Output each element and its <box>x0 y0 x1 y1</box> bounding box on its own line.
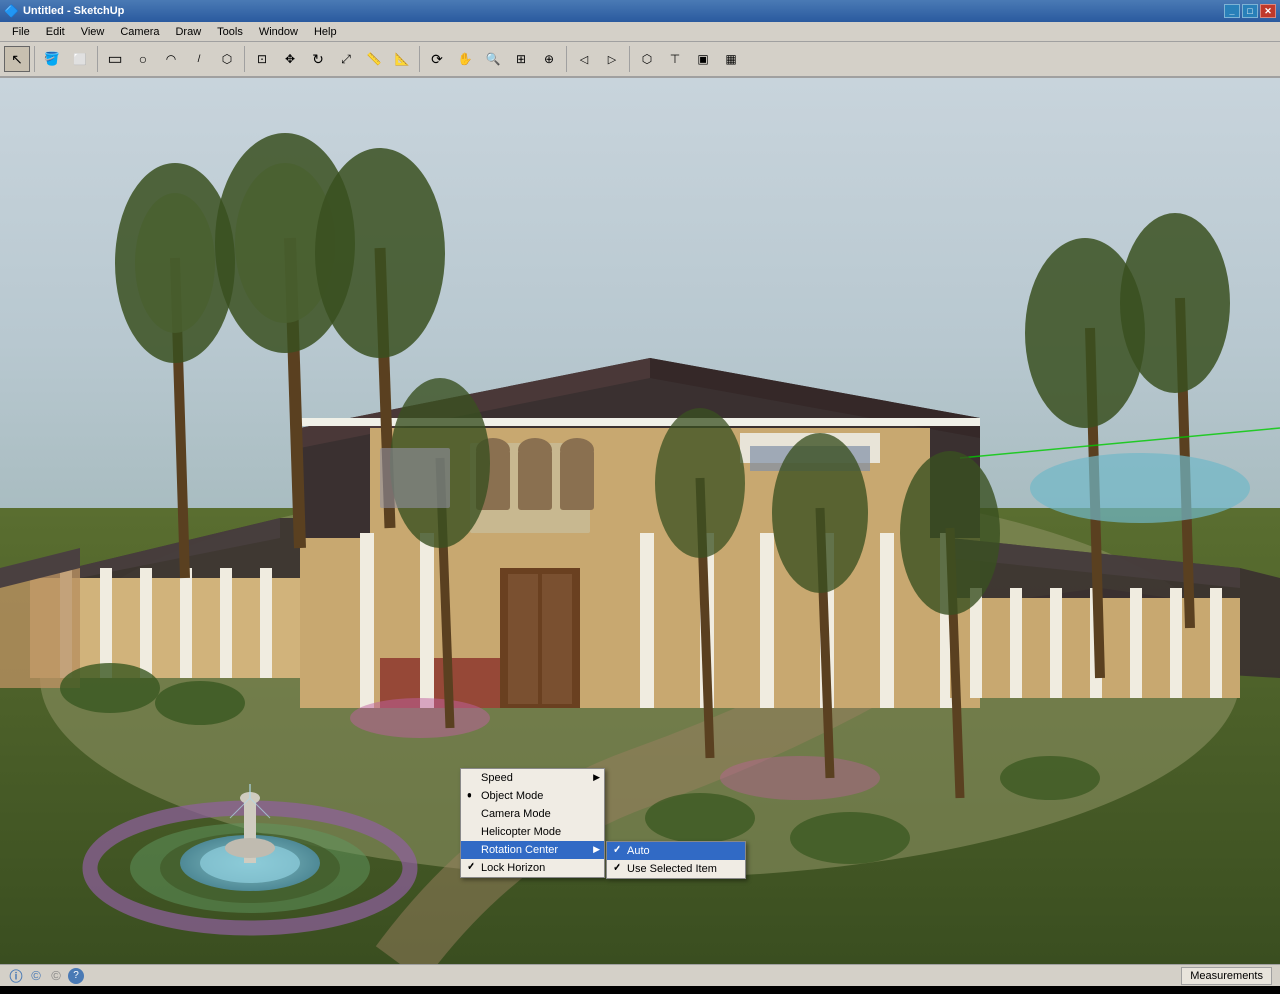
measurements-label: Measurements <box>1190 970 1263 982</box>
context-menu-helicopter-mode[interactable]: Helicopter Mode <box>461 823 604 841</box>
toolbar-sep-4 <box>419 46 420 72</box>
protractor-button[interactable]: 📐 <box>389 46 415 72</box>
status-icons: ⓘ © © ? <box>8 968 84 984</box>
titlebar-controls: _ □ ✕ <box>1224 4 1276 18</box>
push-pull-button[interactable]: ⊡ <box>249 46 275 72</box>
context-menu-lock-horizon[interactable]: ✓ Lock Horizon <box>461 859 604 877</box>
rotation-center-submenu: ✓ Auto ✓ Use Selected Item <box>606 841 746 879</box>
menu-edit[interactable]: Edit <box>38 24 73 40</box>
toolbar-sep-6 <box>629 46 630 72</box>
3d-scene <box>0 78 1280 964</box>
lock-horizon-label: Lock Horizon <box>481 862 545 874</box>
measurements-display: Measurements <box>1181 967 1272 985</box>
rotation-center-label: Rotation Center <box>481 844 558 856</box>
menu-camera[interactable]: Camera <box>112 24 167 40</box>
scale-button[interactable]: ⤢ <box>333 46 359 72</box>
info-icon[interactable]: ⓘ <box>8 968 24 984</box>
arc-tool-button[interactable]: ◠ <box>158 46 184 72</box>
speed-label: Speed <box>481 772 513 784</box>
use-selected-item-label: Use Selected Item <box>627 863 717 875</box>
context-menu-rotation-center[interactable]: Rotation Center ✓ Auto ✓ Use Selected It… <box>461 841 604 859</box>
auto-label: Auto <box>627 845 650 857</box>
viewport[interactable]: Speed ● Object Mode Camera Mode Helicopt… <box>0 78 1280 964</box>
pan-button[interactable]: ✋ <box>452 46 478 72</box>
polygon-tool-button[interactable]: ⬡ <box>214 46 240 72</box>
submenu-use-selected-item[interactable]: ✓ Use Selected Item <box>607 860 745 878</box>
zoom-window-button[interactable]: ⊞ <box>508 46 534 72</box>
close-button[interactable]: ✕ <box>1260 4 1276 18</box>
helicopter-mode-label: Helicopter Mode <box>481 826 561 838</box>
tape-measure-button[interactable]: 📏 <box>361 46 387 72</box>
object-mode-label: Object Mode <box>481 790 543 802</box>
menu-file[interactable]: File <box>4 24 38 40</box>
toolbar-sep-2 <box>97 46 98 72</box>
app-icon: 🔷 <box>4 4 19 18</box>
menu-view[interactable]: View <box>73 24 113 40</box>
camera-mode-label: Camera Mode <box>481 808 551 820</box>
select-tool-button[interactable]: ↖ <box>4 46 30 72</box>
titlebar: 🔷 Untitled - SketchUp _ □ ✕ <box>0 0 1280 22</box>
context-menu-speed[interactable]: Speed <box>461 769 604 787</box>
toolbar: ↖ 🪣 ⬜ ▭ ○ ◠ / ⬡ ⊡ ✥ ↻ ⤢ 📏 📐 ⟳ ✋ 🔍 ⊞ ⊕ ◁ … <box>0 42 1280 78</box>
iso-view-button[interactable]: ⬡ <box>634 46 660 72</box>
window-title: Untitled - SketchUp <box>23 5 124 17</box>
paint-bucket-button[interactable]: 🪣 <box>39 46 65 72</box>
toolbar-sep-1 <box>34 46 35 72</box>
front-view-button[interactable]: ▣ <box>690 46 716 72</box>
prev-view-button[interactable]: ◁ <box>571 46 597 72</box>
menu-tools[interactable]: Tools <box>209 24 251 40</box>
right-view-button[interactable]: ▦ <box>718 46 744 72</box>
maximize-button[interactable]: □ <box>1242 4 1258 18</box>
statusbar: ⓘ © © ? Measurements <box>0 964 1280 986</box>
toolbar-sep-3 <box>244 46 245 72</box>
menu-help[interactable]: Help <box>306 24 345 40</box>
toolbar-sep-5 <box>566 46 567 72</box>
orbit-button[interactable]: ⟳ <box>424 46 450 72</box>
top-view-button[interactable]: ⊤ <box>662 46 688 72</box>
titlebar-title: 🔷 Untitled - SketchUp <box>4 4 124 18</box>
context-menu-object-mode[interactable]: ● Object Mode <box>461 787 604 805</box>
context-menu-camera-mode[interactable]: Camera Mode <box>461 805 604 823</box>
context-menu: Speed ● Object Mode Camera Mode Helicopt… <box>460 768 605 878</box>
menu-window[interactable]: Window <box>251 24 306 40</box>
eraser-button[interactable]: ⬜ <box>67 46 93 72</box>
menu-draw[interactable]: Draw <box>167 24 209 40</box>
help-icon[interactable]: ? <box>68 968 84 984</box>
next-view-button[interactable]: ▷ <box>599 46 625 72</box>
line-tool-button[interactable]: / <box>186 46 212 72</box>
submenu-auto[interactable]: ✓ Auto <box>607 842 745 860</box>
zoom-extents-button[interactable]: ⊕ <box>536 46 562 72</box>
menubar: File Edit View Camera Draw Tools Window … <box>0 22 1280 42</box>
license-icon[interactable]: © <box>48 968 64 984</box>
copyright-icon[interactable]: © <box>28 968 44 984</box>
move-button[interactable]: ✥ <box>277 46 303 72</box>
circle-tool-button[interactable]: ○ <box>130 46 156 72</box>
zoom-button[interactable]: 🔍 <box>480 46 506 72</box>
minimize-button[interactable]: _ <box>1224 4 1240 18</box>
rotate-button[interactable]: ↻ <box>305 46 331 72</box>
rect-tool-button[interactable]: ▭ <box>102 46 128 72</box>
statusbar-left: ⓘ © © ? <box>8 968 84 984</box>
